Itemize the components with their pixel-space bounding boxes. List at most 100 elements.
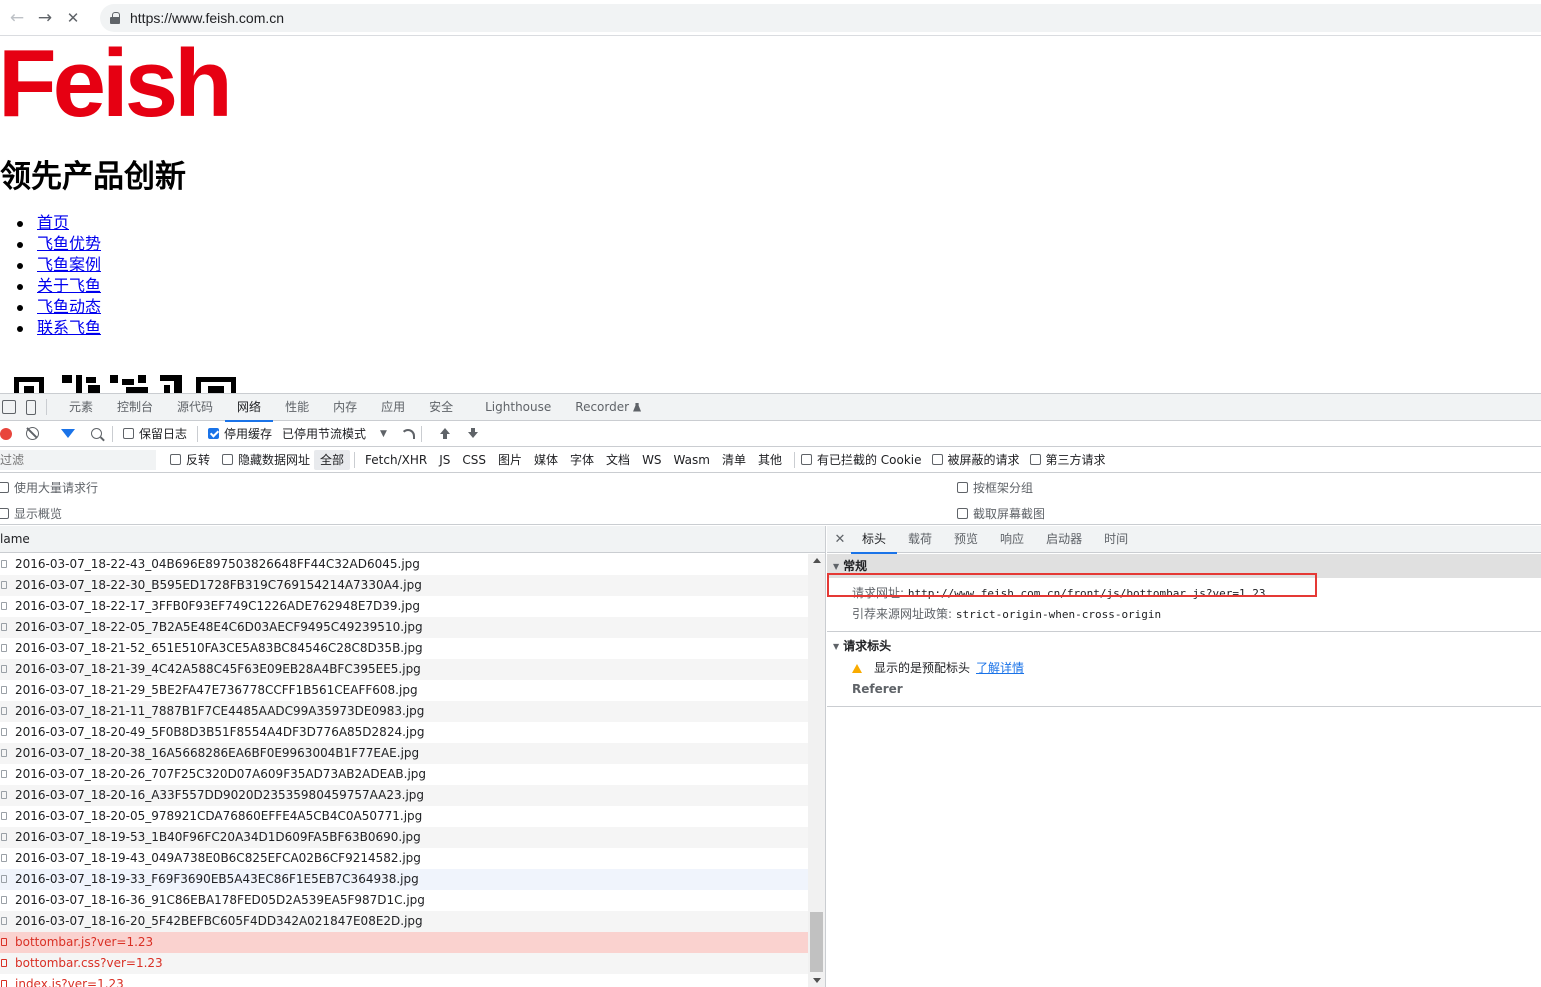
tab-sources[interactable]: 源代码 — [165, 394, 225, 421]
request-row[interactable]: 2016-03-07_18-19-43_049A738E0B6C825EFCA0… — [0, 848, 808, 869]
nav-link-cases[interactable]: 飞鱼案例 — [37, 257, 101, 274]
checkbox-box[interactable] — [1029, 454, 1041, 465]
scroll-thumb[interactable] — [810, 912, 823, 972]
filter-icon[interactable] — [61, 429, 75, 438]
request-row[interactable]: 2016-03-07_18-22-43_04B696E897503826648F… — [0, 554, 808, 575]
scroll-up-icon[interactable] — [813, 558, 821, 563]
tab-lighthouse[interactable]: Lighthouse — [473, 394, 563, 421]
group-by-frame-checkbox[interactable]: 按框架分组 — [957, 479, 1033, 496]
tab-memory[interactable]: 内存 — [321, 394, 369, 421]
lock-icon[interactable] — [110, 12, 120, 24]
request-row[interactable]: 2016-03-07_18-21-11_7887B1F7CE4485AADC99… — [0, 701, 808, 722]
close-icon[interactable]: ✕ — [829, 532, 851, 547]
checkbox-box-checked[interactable] — [208, 428, 220, 439]
request-row[interactable]: 2016-03-07_18-21-52_651E510FA3CE5A83BC84… — [0, 638, 808, 659]
request-list-scrollbar[interactable] — [808, 554, 825, 987]
import-har-icon[interactable] — [439, 427, 450, 440]
column-header-name[interactable]: lame — [0, 526, 825, 553]
request-row[interactable]: 2016-03-07_18-20-16_A33F557DD9020D235359… — [0, 785, 808, 806]
type-filter-other[interactable]: 其他 — [752, 450, 788, 470]
tab-response[interactable]: 响应 — [989, 526, 1035, 553]
request-row[interactable]: 2016-03-07_18-20-26_707F25C320D07A609F35… — [0, 764, 808, 785]
scroll-down-icon[interactable] — [813, 978, 821, 983]
show-overview-checkbox[interactable]: 显示概览 — [0, 505, 62, 522]
tab-payload[interactable]: 载荷 — [897, 526, 943, 553]
hide-data-urls-checkbox[interactable]: 隐藏数据网址 — [222, 451, 310, 468]
type-filter-fetch-xhr[interactable]: Fetch/XHR — [359, 450, 433, 470]
inspect-element-icon[interactable] — [2, 400, 16, 414]
checkbox-box[interactable] — [957, 482, 968, 493]
request-row[interactable]: 2016-03-07_18-22-30_B595ED1728FB319C7691… — [0, 575, 808, 596]
request-row[interactable]: bottombar.css?ver=1.23 — [0, 953, 808, 974]
type-filter-img[interactable]: 图片 — [492, 450, 528, 470]
blocked-cookies-checkbox[interactable]: 有已拦截的 Cookie — [800, 451, 922, 468]
nav-link-advantages[interactable]: 飞鱼优势 — [37, 236, 101, 253]
tab-initiator[interactable]: 启动器 — [1035, 526, 1093, 553]
request-row[interactable]: 2016-03-07_18-21-29_5BE2FA47E736778CCFF1… — [0, 680, 808, 701]
type-filter-all[interactable]: 全部 — [314, 449, 351, 470]
large-rows-checkbox[interactable]: 使用大量请求行 — [0, 479, 98, 496]
checkbox-box[interactable] — [170, 454, 181, 465]
request-headers-section-header[interactable]: ▼ 请求标头 — [827, 634, 1541, 658]
referrer-policy-value[interactable]: strict-origin-when-cross-origin — [956, 608, 1161, 621]
type-filter-media[interactable]: 媒体 — [528, 450, 564, 470]
back-arrow-icon[interactable]: ← — [6, 7, 28, 29]
nav-link-news[interactable]: 飞鱼动态 — [37, 299, 101, 316]
type-filter-doc[interactable]: 文档 — [600, 450, 636, 470]
checkbox-box[interactable] — [957, 508, 968, 519]
checkbox-box[interactable] — [222, 454, 234, 465]
tab-performance[interactable]: 性能 — [273, 394, 321, 421]
third-party-checkbox[interactable]: 第三方请求 — [1029, 451, 1106, 468]
tab-security[interactable]: 安全 — [417, 394, 465, 421]
learn-more-link[interactable]: 了解详情 — [976, 661, 1024, 675]
nav-link-contact[interactable]: 联系飞鱼 — [37, 320, 101, 337]
request-row[interactable]: 2016-03-07_18-21-39_4C42A588C45F63E09EB2… — [0, 659, 808, 680]
search-icon[interactable] — [91, 428, 102, 439]
preserve-log-checkbox[interactable]: 保留日志 — [123, 425, 187, 442]
tab-application[interactable]: 应用 — [369, 394, 417, 421]
device-toolbar-icon[interactable] — [26, 399, 36, 415]
record-icon[interactable] — [0, 427, 12, 440]
request-row[interactable]: 2016-03-07_18-16-36_91C86EBA178FED05D2A5… — [0, 890, 808, 911]
tab-console[interactable]: 控制台 — [105, 394, 165, 421]
tab-headers[interactable]: 标头 — [851, 526, 898, 554]
type-filter-manifest[interactable]: 清单 — [716, 450, 752, 470]
capture-screenshots-checkbox[interactable]: 截取屏幕截图 — [957, 505, 1045, 522]
tab-recorder[interactable]: Recorder — [563, 394, 653, 421]
request-row[interactable]: 2016-03-07_18-20-49_5F0B8D3B51F8554A4DF3… — [0, 722, 808, 743]
forward-arrow-icon[interactable]: → — [34, 7, 56, 29]
tab-elements[interactable]: 元素 — [57, 394, 105, 421]
request-row[interactable]: 2016-03-07_18-19-33_F69F3690EB5A43EC86F1… — [0, 869, 808, 890]
type-filter-js[interactable]: JS — [433, 450, 456, 470]
checkbox-box[interactable] — [0, 482, 9, 493]
blocked-requests-checkbox[interactable]: 被屏蔽的请求 — [931, 451, 1020, 468]
filter-input[interactable] — [0, 449, 156, 470]
nav-link-home[interactable]: 首页 — [37, 215, 69, 232]
throttle-select[interactable]: 已停用节流模式 — [282, 425, 366, 442]
invert-checkbox[interactable]: 反转 — [170, 451, 210, 468]
type-filter-font[interactable]: 字体 — [564, 450, 600, 470]
type-filter-css[interactable]: CSS — [456, 450, 492, 470]
tab-network[interactable]: 网络 — [225, 394, 274, 422]
type-filter-wasm[interactable]: Wasm — [668, 450, 716, 470]
checkbox-box[interactable] — [0, 508, 9, 519]
disable-cache-checkbox[interactable]: 停用缓存 — [208, 425, 272, 442]
nav-link-about[interactable]: 关于飞鱼 — [37, 278, 101, 295]
export-har-icon[interactable] — [467, 427, 478, 440]
checkbox-box[interactable] — [931, 454, 943, 465]
network-conditions-icon[interactable] — [400, 428, 415, 439]
stop-loading-icon[interactable]: ✕ — [62, 7, 84, 29]
tab-preview[interactable]: 预览 — [943, 526, 989, 553]
checkbox-box[interactable] — [800, 454, 812, 465]
tab-timing[interactable]: 时间 — [1093, 526, 1139, 553]
request-row[interactable]: 2016-03-07_18-20-05_978921CDA76860EFFE4A… — [0, 806, 808, 827]
request-row[interactable]: 2016-03-07_18-22-05_7B2A5E48E4C6D03AECF9… — [0, 617, 808, 638]
request-row[interactable]: bottombar.js?ver=1.23 — [0, 932, 808, 953]
request-row[interactable]: index.js?ver=1.23 — [0, 974, 808, 987]
request-row[interactable]: 2016-03-07_18-19-53_1B40F96FC20A34D1D609… — [0, 827, 808, 848]
checkbox-box[interactable] — [123, 428, 134, 439]
request-row[interactable]: 2016-03-07_18-20-38_16A5668286EA6BF0E996… — [0, 743, 808, 764]
chevron-down-icon[interactable]: ▼ — [380, 429, 387, 439]
clear-icon[interactable] — [26, 427, 39, 440]
request-row[interactable]: 2016-03-07_18-16-20_5F42BEFBC605F4DD342A… — [0, 911, 808, 932]
